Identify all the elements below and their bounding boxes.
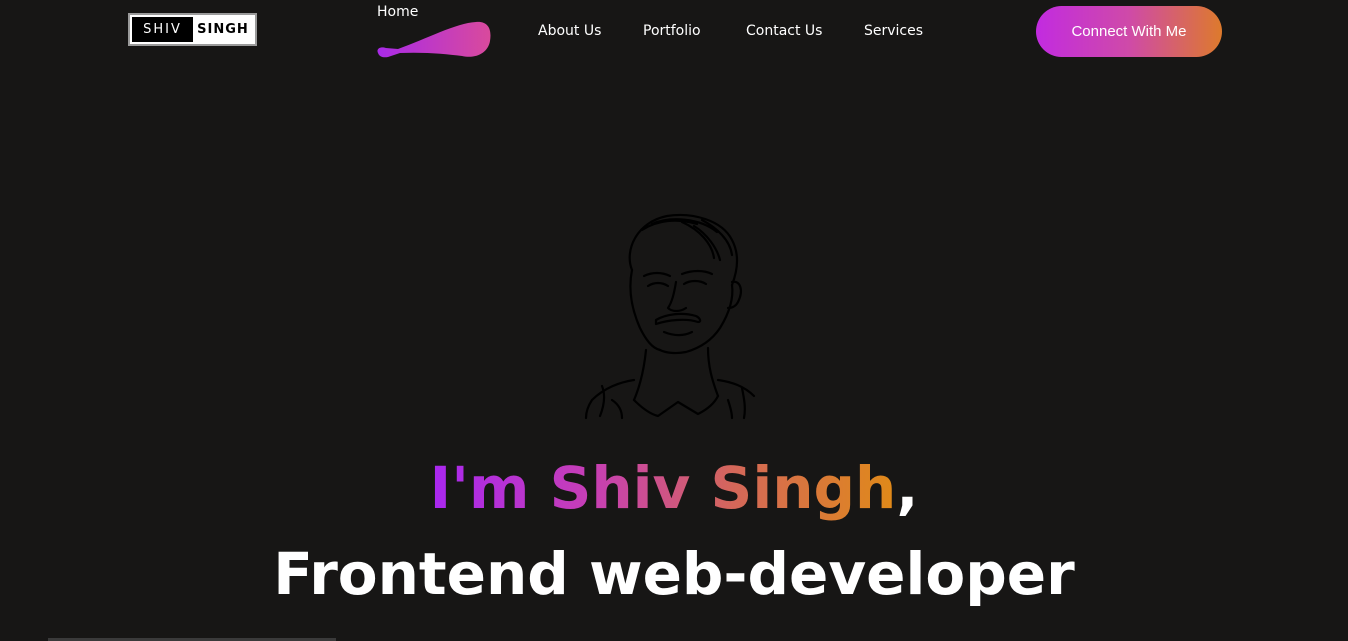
hero-greeting: I'm Shiv Singh, bbox=[0, 448, 1348, 528]
page: SHIV SINGH Home About Us Portfolio Conta… bbox=[0, 0, 1348, 641]
nav-contact-us[interactable]: Contact Us bbox=[746, 23, 822, 39]
home-active-indicator-icon bbox=[377, 21, 491, 58]
site-logo[interactable]: SHIV SINGH bbox=[128, 13, 257, 46]
hero-comma: , bbox=[896, 454, 919, 522]
portrait-line-art-icon bbox=[584, 214, 756, 420]
hero-subtitle: Frontend web-developer bbox=[273, 540, 1075, 608]
logo-first-name: SHIV bbox=[132, 17, 193, 42]
logo-last-name: SINGH bbox=[193, 17, 253, 42]
connect-with-me-button[interactable]: Connect With Me bbox=[1036, 6, 1222, 57]
hero-name: I'm Shiv Singh bbox=[429, 454, 897, 522]
nav-about-us[interactable]: About Us bbox=[538, 23, 601, 39]
nav-portfolio[interactable]: Portfolio bbox=[643, 23, 701, 39]
nav-services[interactable]: Services bbox=[864, 23, 923, 39]
nav-home[interactable]: Home bbox=[377, 4, 418, 20]
